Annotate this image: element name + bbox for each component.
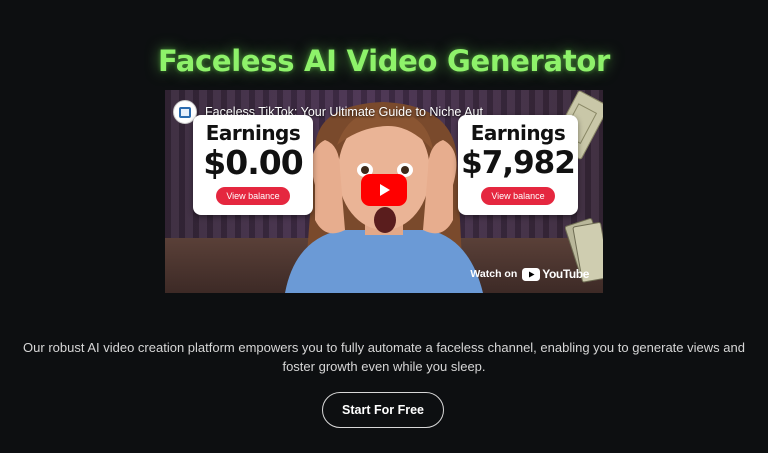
view-balance-badge: View balance: [481, 187, 555, 205]
youtube-wordmark: YouTube: [542, 267, 589, 281]
watch-on-youtube-link[interactable]: Watch on YouTube: [470, 267, 589, 281]
youtube-play-icon[interactable]: [361, 174, 407, 206]
earnings-amount: $0.00: [203, 143, 303, 182]
watch-on-label: Watch on: [470, 268, 518, 280]
earnings-label: Earnings: [470, 121, 566, 145]
earnings-label: Earnings: [205, 121, 301, 145]
start-for-free-button[interactable]: Start For Free: [322, 392, 444, 428]
earnings-card-before: Earnings $0.00 View balance: [193, 115, 313, 215]
hero-description: Our robust AI video creation platform em…: [23, 340, 745, 374]
earnings-amount: $7,982: [461, 145, 576, 181]
video-embed[interactable]: Faceless TikTok: Your Ultimate Guide to …: [165, 90, 603, 293]
page-title: Faceless AI Video Generator: [157, 44, 611, 78]
view-balance-badge: View balance: [216, 187, 290, 205]
youtube-logo: YouTube: [522, 267, 589, 281]
youtube-logo-icon: [522, 267, 541, 281]
earnings-card-after: Earnings $7,982 View balance: [458, 115, 578, 215]
